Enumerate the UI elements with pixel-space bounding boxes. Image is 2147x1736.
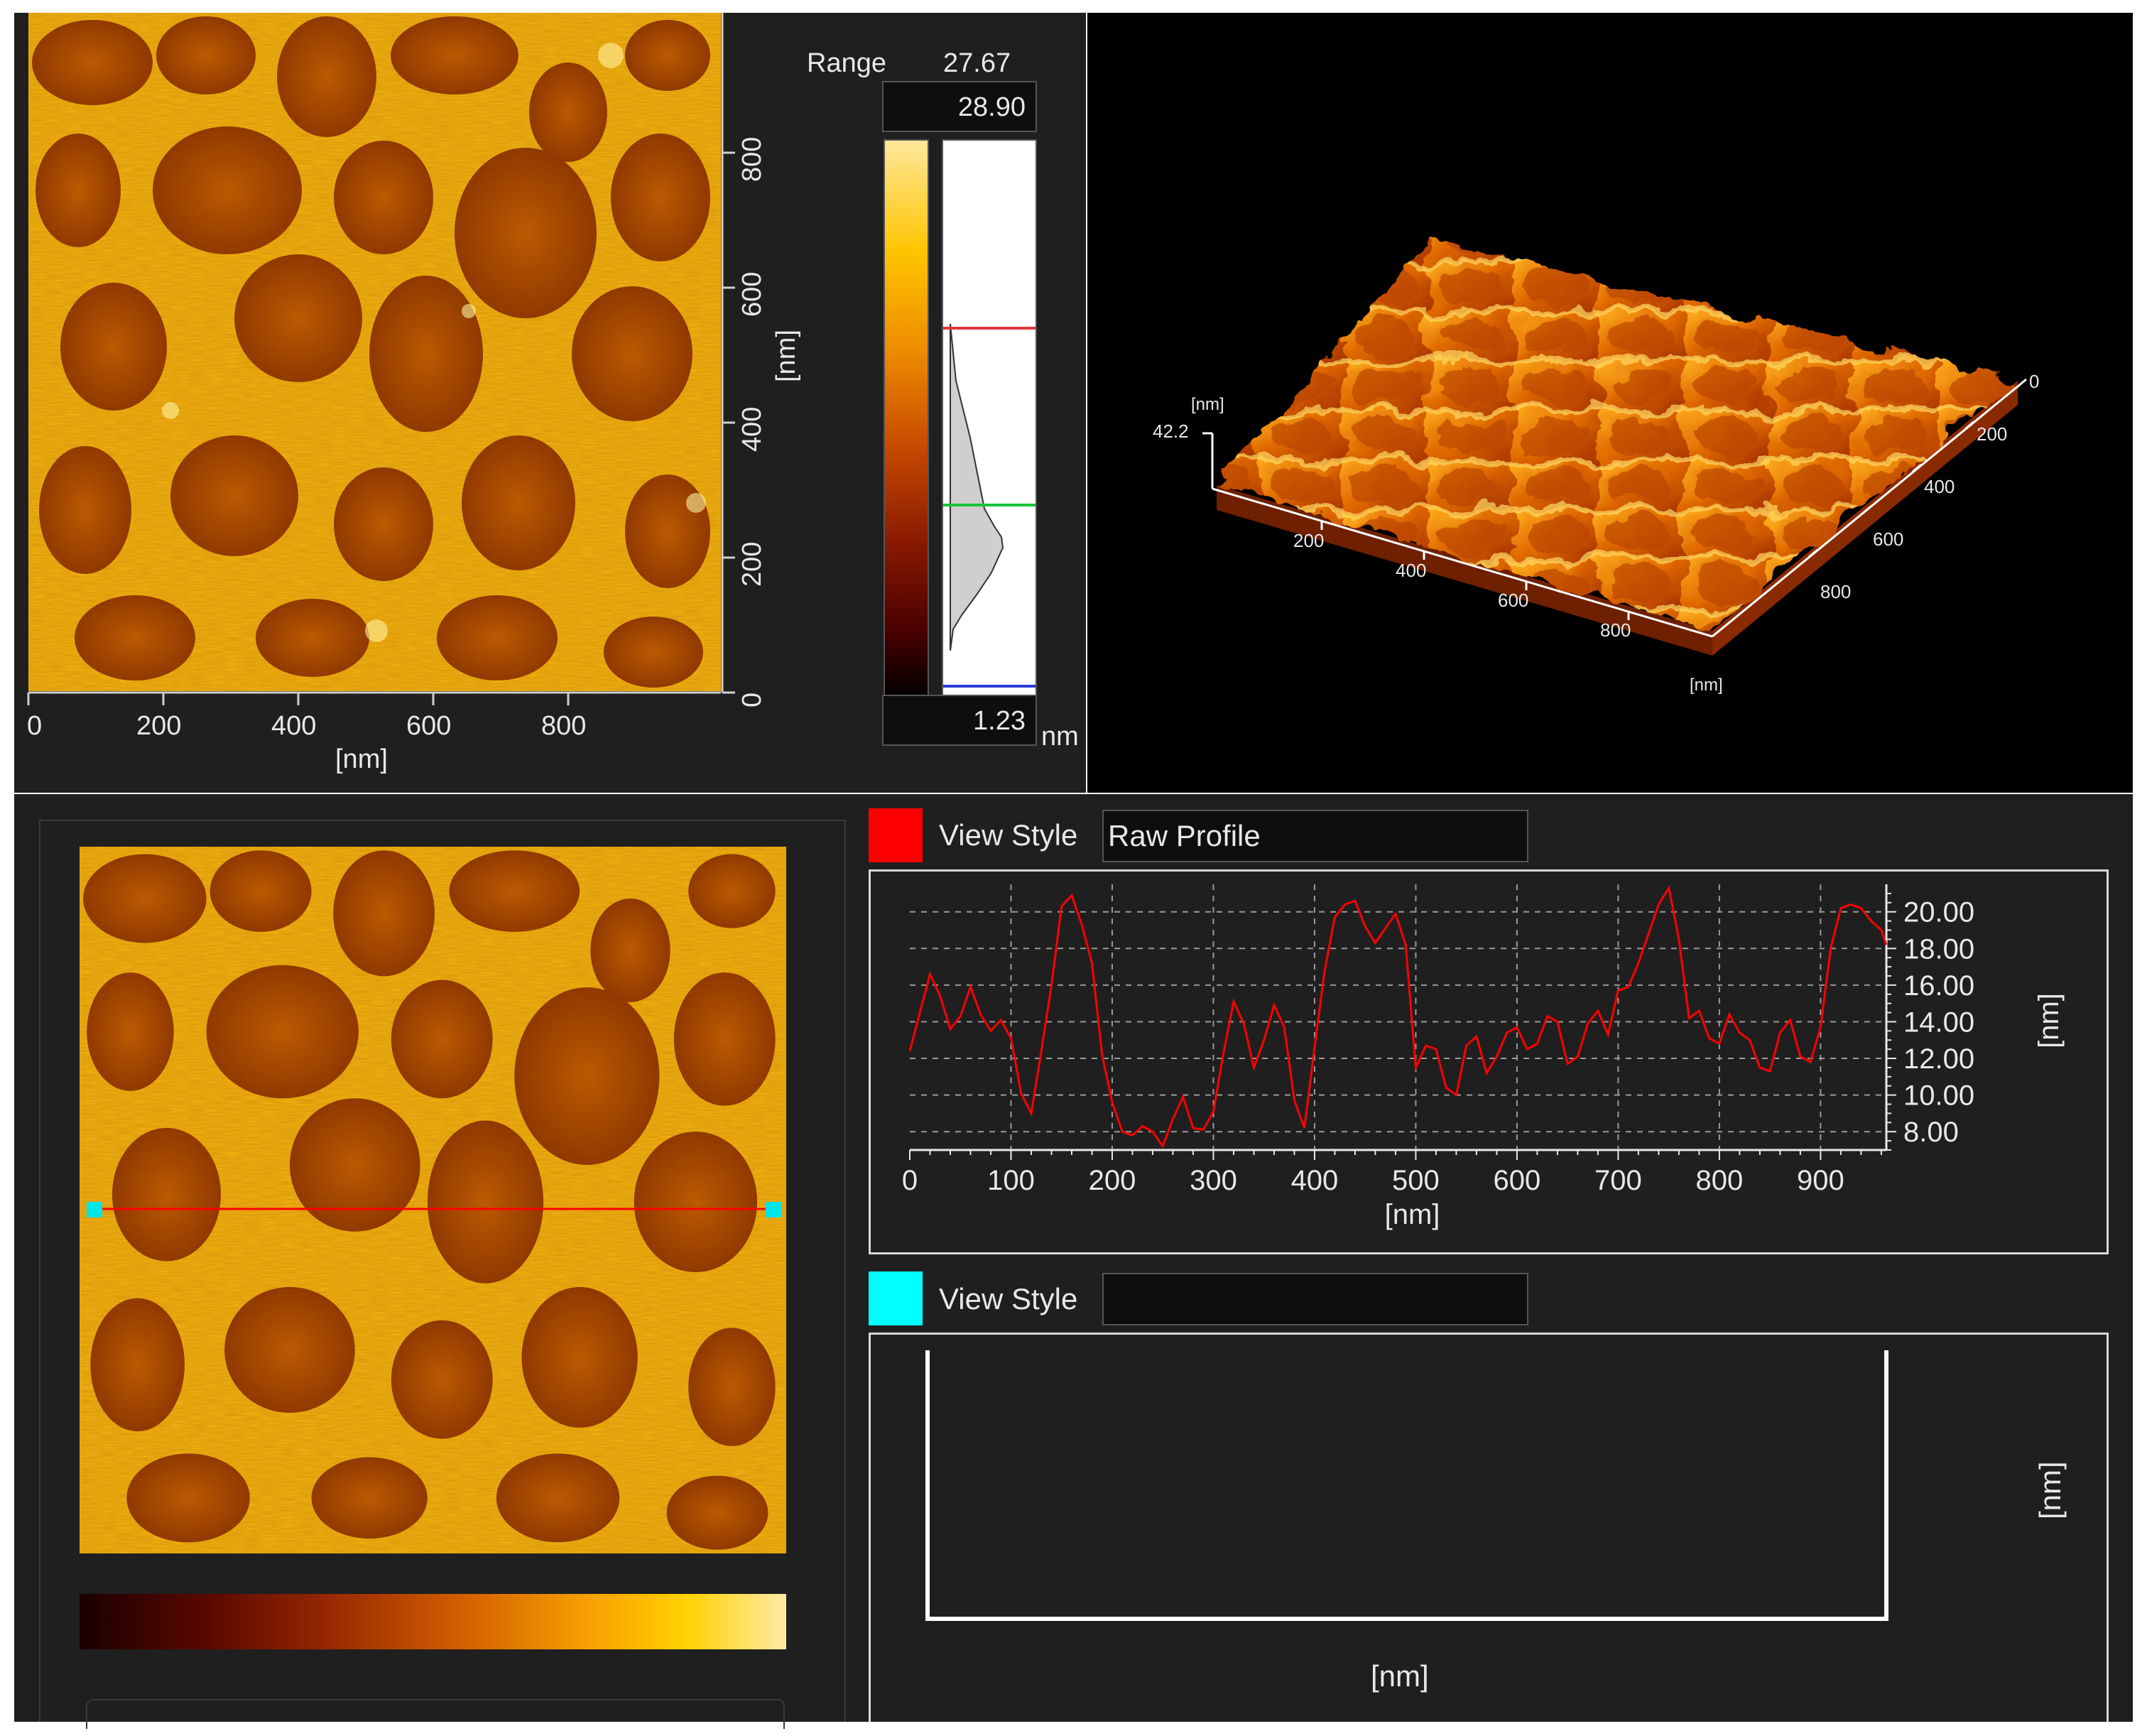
range-label: Range bbox=[807, 48, 886, 78]
profile-color-scale bbox=[80, 1594, 786, 1649]
x3d-tick: 400 bbox=[1396, 560, 1427, 581]
profile2-x-unit: [nm] bbox=[1371, 1659, 1429, 1693]
afm-x-tick: 600 bbox=[406, 711, 452, 741]
color-scale-bar[interactable] bbox=[884, 139, 929, 699]
afm-x-tick: 0 bbox=[27, 711, 43, 741]
x-tick-label: 500 bbox=[1392, 1165, 1440, 1196]
profile2-y-unit: [nm] bbox=[2033, 1461, 2067, 1519]
afm-y-tick: 200 bbox=[737, 541, 767, 587]
afm-axes bbox=[27, 13, 735, 705]
x-tick-label: 300 bbox=[1190, 1165, 1237, 1196]
profile2-empty-axes[interactable] bbox=[871, 1335, 2107, 1722]
profile1-color-swatch[interactable] bbox=[869, 808, 923, 862]
afm-y-tick: 600 bbox=[737, 271, 767, 317]
min-value-field[interactable]: 1.23 bbox=[882, 695, 1037, 746]
y-tick-label: 10.00 bbox=[1903, 1080, 1974, 1112]
afm-y-unit: [nm] bbox=[771, 330, 801, 382]
range-unit: nm bbox=[1041, 722, 1079, 752]
profile1-chart-panel: 0 100 200 300 400 500 600 700 800 900 8.00 10.00 12.… bbox=[869, 869, 2109, 1254]
afm-y-tick: 400 bbox=[737, 406, 767, 452]
x-tick-label: 600 bbox=[1494, 1165, 1541, 1196]
profile2-chart-panel: [nm] [nm] bbox=[869, 1333, 2109, 1722]
profile2-color-swatch[interactable] bbox=[869, 1271, 923, 1325]
x3d-tick: 200 bbox=[1293, 530, 1325, 551]
afm-x-unit: [nm] bbox=[335, 744, 388, 774]
view-3d-panel[interactable]: [nm] 42.2 200 400 600 800 [nm] 0 200 400… bbox=[1087, 13, 2133, 793]
x-tick-label: 900 bbox=[1797, 1165, 1844, 1196]
x-tick-label: 0 bbox=[902, 1165, 918, 1196]
x3d-unit: [nm] bbox=[1690, 676, 1723, 695]
x-tick-label: 800 bbox=[1696, 1165, 1744, 1196]
profile-line-end-handle[interactable] bbox=[766, 1202, 781, 1217]
y-tick-label: 14.00 bbox=[1903, 1007, 1974, 1038]
profile1-view-style-select[interactable]: Raw Profile bbox=[1102, 810, 1528, 862]
afm-x-tick: 400 bbox=[271, 711, 317, 741]
x3d-tick: 600 bbox=[1498, 590, 1529, 611]
x-tick-label: 700 bbox=[1594, 1165, 1642, 1196]
profile-line-start-handle[interactable] bbox=[87, 1202, 102, 1217]
profile2-view-style-label: View Style bbox=[939, 1282, 1078, 1315]
x-tick-label: 100 bbox=[987, 1165, 1035, 1196]
height-histogram[interactable] bbox=[942, 139, 1037, 699]
max-value-field[interactable]: 28.90 bbox=[882, 81, 1037, 132]
afm-y-tick: 800 bbox=[737, 136, 767, 182]
y-axis-label: [nm] bbox=[2033, 993, 2065, 1048]
y-tick-label: 8.00 bbox=[1903, 1117, 1959, 1148]
profile-line-overlay[interactable] bbox=[80, 847, 786, 1553]
afm-image-panel: 0 200 400 600 800 [nm] 0 200 400 600 800… bbox=[14, 13, 1086, 793]
min-value-text: 1.23 bbox=[973, 706, 1026, 736]
x3d-tick: 800 bbox=[1600, 619, 1631, 641]
max-value-text: 28.90 bbox=[957, 92, 1026, 122]
x-axis-label: [nm] bbox=[1385, 1199, 1440, 1230]
y3d-tick: 600 bbox=[1873, 528, 1904, 550]
y3d-tick: 0 bbox=[2029, 371, 2040, 392]
profile-chart[interactable]: 0 100 200 300 400 500 600 700 800 900 8.00 10.00 12.… bbox=[871, 872, 2107, 1252]
range-value: 27.67 bbox=[943, 48, 1011, 78]
z-axis-value: 42.2 bbox=[1153, 421, 1189, 442]
x-tick-label: 200 bbox=[1089, 1165, 1136, 1196]
surface-3d-render bbox=[1202, 240, 2027, 656]
profile2-view-style-select[interactable] bbox=[1102, 1273, 1528, 1325]
y-tick-label: 18.00 bbox=[1903, 933, 1974, 965]
x-tick-label: 400 bbox=[1291, 1165, 1339, 1196]
profile-image-panel bbox=[39, 820, 846, 1729]
y3d-tick: 400 bbox=[1924, 476, 1955, 497]
afm-y-tick: 0 bbox=[737, 692, 767, 707]
profile1-view-style-label: View Style bbox=[939, 818, 1078, 852]
afm-x-tick: 800 bbox=[541, 711, 587, 741]
z-axis-unit: [nm] bbox=[1191, 395, 1224, 414]
y-tick-label: 16.00 bbox=[1903, 970, 1974, 1002]
profile1-view-style-value: Raw Profile bbox=[1108, 819, 1261, 852]
y3d-tick: 200 bbox=[1977, 423, 2008, 445]
afm-x-tick: 200 bbox=[136, 711, 182, 741]
profile-section: View Style Raw Profile 0 100 200 300 400 500 6… bbox=[14, 794, 2133, 1729]
y-tick-label: 20.00 bbox=[1903, 897, 1974, 928]
y3d-tick: 800 bbox=[1820, 581, 1852, 602]
profile-image-footer bbox=[86, 1699, 785, 1729]
profile-series-line bbox=[908, 885, 1888, 1149]
y-tick-label: 12.00 bbox=[1903, 1043, 1974, 1075]
